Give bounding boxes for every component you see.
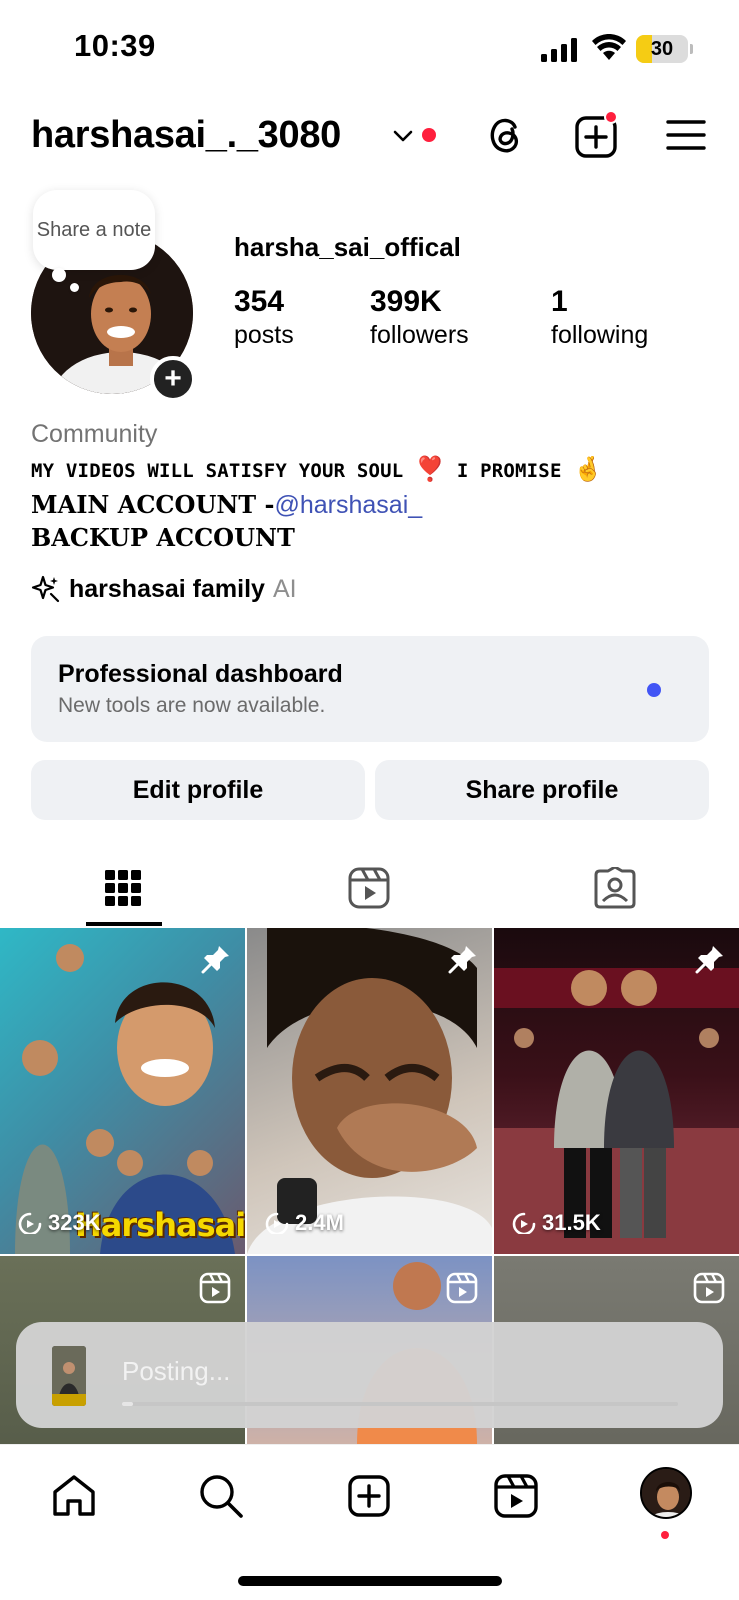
dashboard-new-dot xyxy=(647,683,661,697)
view-count: 323K xyxy=(18,1210,101,1236)
create-icon xyxy=(348,1475,390,1517)
grid-post-2[interactable]: 2.4M xyxy=(247,928,492,1254)
nav-home[interactable] xyxy=(49,1471,99,1521)
reel-icon xyxy=(199,1272,231,1304)
stat-posts[interactable]: 354 posts xyxy=(234,285,294,351)
stat-following[interactable]: 1 following xyxy=(551,285,648,351)
tab-reels[interactable] xyxy=(246,850,492,926)
pin-icon xyxy=(201,946,229,974)
bio-line-2: MAIN ACCOUNT -@harshasai_ xyxy=(31,490,422,520)
add-story-button[interactable]: + xyxy=(150,356,196,402)
home-indicator xyxy=(238,1576,502,1586)
stat-value: 1 xyxy=(551,285,568,318)
tab-posts-grid[interactable] xyxy=(0,850,246,926)
ai-name: harshasai family xyxy=(69,574,265,603)
play-views-icon xyxy=(18,1212,42,1234)
search-icon xyxy=(200,1475,243,1518)
posting-progress-toast: Posting... xyxy=(16,1322,723,1428)
grid-post-3[interactable]: 31.5K xyxy=(494,928,739,1254)
ai-tag: AI xyxy=(272,574,297,603)
crossed-fingers-emoji: 🤞 xyxy=(573,455,604,483)
wifi-icon xyxy=(592,34,626,60)
note-bubble-tail-small xyxy=(70,283,79,292)
bio-mention-link[interactable]: @harshasai_ xyxy=(274,491,422,519)
dashboard-title: Professional dashboard xyxy=(58,660,343,688)
edit-profile-button[interactable]: Edit profile xyxy=(31,760,365,820)
bio-text: I PROMISE xyxy=(456,460,562,482)
account-switcher-username[interactable]: harshasai_._3080 xyxy=(31,114,341,157)
bio-text: MAIN ACCOUNT - xyxy=(31,490,275,519)
chevron-down-icon[interactable] xyxy=(392,128,414,144)
active-tab-indicator xyxy=(86,922,162,926)
bio-line-1: MY VIDEOS WILL SATISFY YOUR SOUL ❣️ I PR… xyxy=(31,455,603,483)
ai-sparkle-icon xyxy=(31,575,60,603)
battery-icon: 30 xyxy=(636,35,688,63)
battery-percent: 30 xyxy=(650,37,674,60)
new-post-notification-dot xyxy=(604,110,618,124)
menu-icon[interactable] xyxy=(666,118,706,152)
play-views-icon xyxy=(265,1212,289,1234)
share-profile-button[interactable]: Share profile xyxy=(375,760,709,820)
reels-icon xyxy=(494,1474,538,1518)
nav-search[interactable] xyxy=(196,1471,246,1521)
view-count-text: 323K xyxy=(48,1210,101,1235)
tagged-icon xyxy=(594,867,636,909)
reel-icon xyxy=(446,1272,478,1304)
threads-icon[interactable] xyxy=(484,113,526,157)
dashboard-subtitle: New tools are now available. xyxy=(58,694,326,717)
status-bar: 10:39 30 xyxy=(0,0,739,96)
battery-nub xyxy=(690,44,693,54)
stat-value: 399K xyxy=(370,285,442,318)
posting-status-text: Posting... xyxy=(122,1356,231,1386)
view-count: 31.5K xyxy=(512,1210,601,1236)
stat-label: followers xyxy=(370,321,469,349)
view-count-text: 31.5K xyxy=(542,1210,601,1235)
profile-tabs xyxy=(0,850,739,926)
stat-label: posts xyxy=(234,321,294,349)
home-icon xyxy=(53,1475,95,1516)
stat-label: following xyxy=(551,321,649,349)
tab-tagged[interactable] xyxy=(492,850,738,926)
play-views-icon xyxy=(512,1212,536,1234)
share-note-bubble[interactable]: Share a note xyxy=(33,190,155,270)
bio-text: MY VIDEOS WILL SATISFY YOUR SOUL xyxy=(31,460,404,482)
notification-dot xyxy=(422,128,436,142)
nav-reels[interactable] xyxy=(491,1471,541,1521)
cellular-signal-icon xyxy=(541,38,577,62)
grid-post-1[interactable]: Harshasai 323K xyxy=(0,928,245,1254)
display-name: harsha_sai_offical xyxy=(234,232,461,262)
profile-header: harshasai_._3080 xyxy=(0,108,739,164)
posting-progress-fill xyxy=(122,1402,134,1406)
reel-icon xyxy=(693,1272,725,1304)
heart-exclamation-emoji: ❣️ xyxy=(415,455,446,483)
pin-icon xyxy=(695,946,723,974)
note-bubble-tail xyxy=(52,268,66,282)
ai-chat-link[interactable]: harshasai family AI xyxy=(31,573,297,605)
profile-avatar-image xyxy=(642,1469,690,1517)
post-thumbnail xyxy=(494,968,739,1254)
profile-notification-dot xyxy=(661,1531,669,1539)
grid-icon xyxy=(105,870,141,906)
professional-dashboard-card[interactable]: Professional dashboard New tools are now… xyxy=(31,636,709,742)
posting-progress-track xyxy=(122,1402,678,1406)
bio-line-3: BACKUP ACCOUNT xyxy=(31,523,295,552)
view-count-text: 2.4M xyxy=(295,1210,344,1235)
reels-icon xyxy=(348,867,390,909)
status-time: 10:39 xyxy=(74,28,156,63)
stat-value: 354 xyxy=(234,285,285,318)
profile-category: Community xyxy=(31,420,158,448)
nav-profile-avatar[interactable] xyxy=(640,1467,692,1519)
post-thumbnail xyxy=(247,928,492,1254)
nav-create[interactable] xyxy=(344,1471,394,1521)
pin-icon xyxy=(448,946,476,974)
view-count: 2.4M xyxy=(265,1210,344,1236)
posting-thumbnail xyxy=(52,1346,86,1406)
stat-followers[interactable]: 399K followers xyxy=(370,285,469,351)
